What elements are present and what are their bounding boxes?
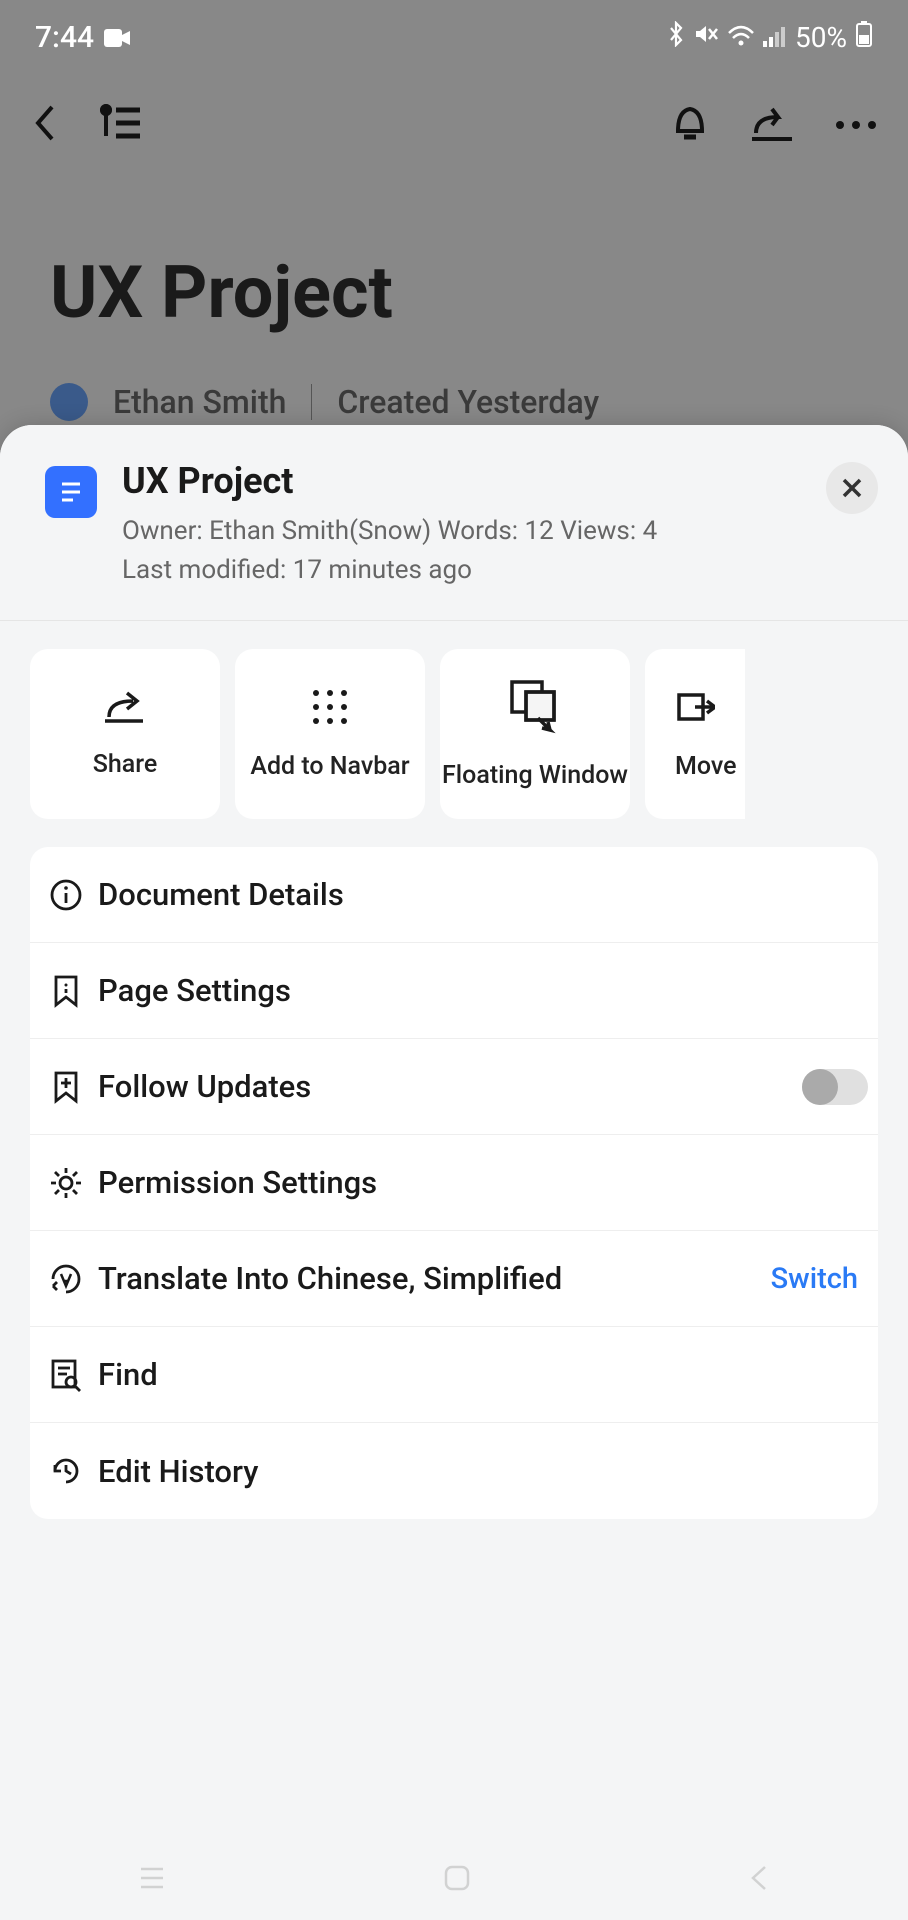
status-time: 7:44 [35,20,94,55]
floating-window-action[interactable]: Floating Window [440,649,630,819]
sheet-meta-1: Owner: Ethan Smith(Snow) Words: 12 Views… [122,512,826,551]
permission-label: Permission Settings [98,1164,868,1201]
edit-history-item[interactable]: Edit History [30,1423,878,1519]
signal-icon [763,21,787,54]
share-label: Share [93,750,158,779]
history-icon [38,1454,94,1488]
android-nav-bar [0,1840,908,1920]
recents-icon[interactable] [137,1863,167,1897]
bluetooth-icon [667,21,685,54]
outline-icon[interactable] [100,104,144,146]
translate-icon [38,1262,94,1296]
document-details-item[interactable]: Document Details [30,847,878,943]
sheet-header: UX Project Owner: Ethan Smith(Snow) Word… [0,425,908,621]
page-settings-label: Page Settings [98,972,868,1009]
translate-label: Translate Into Chinese, Simplified [98,1260,771,1297]
battery-icon [855,20,873,55]
options-sheet: UX Project Owner: Ethan Smith(Snow) Word… [0,425,908,1920]
gear-icon [38,1166,94,1200]
follow-updates-item[interactable]: Follow Updates [30,1039,878,1135]
share-action[interactable]: Share [30,649,220,819]
bookmark-settings-icon [38,973,94,1009]
document-details-label: Document Details [98,876,868,913]
more-icon[interactable] [834,116,878,135]
page-top-bar [0,90,908,160]
bell-icon[interactable] [670,101,710,149]
quick-actions-row[interactable]: Share Add to Navbar Floating Window Move [0,621,908,847]
toggle-knob [802,1069,838,1105]
back-icon[interactable] [30,101,60,149]
permission-settings-item[interactable]: Permission Settings [30,1135,878,1231]
find-icon [38,1357,94,1393]
status-bar: 7:44 50% [0,0,908,75]
record-icon [104,20,130,55]
move-action[interactable]: Move [645,649,745,819]
document-icon [45,466,97,518]
find-item[interactable]: Find [30,1327,878,1423]
follow-updates-label: Follow Updates [98,1068,802,1105]
battery-percent: 50% [795,21,847,54]
switch-link[interactable]: Switch [771,1262,868,1296]
edit-history-label: Edit History [98,1453,868,1490]
close-button[interactable] [826,462,878,514]
mute-vibrate-icon [693,21,719,54]
share-icon[interactable] [750,103,794,147]
created-text: Created Yesterday [337,383,599,421]
add-to-navbar-action[interactable]: Add to Navbar [235,649,425,819]
home-icon[interactable] [441,1862,473,1898]
find-label: Find [98,1356,868,1393]
translate-item[interactable]: Translate Into Chinese, Simplified Switc… [30,1231,878,1327]
menu-list: Document Details Page Settings Follow Up… [30,847,878,1519]
page-title: UX Project [50,250,858,335]
wifi-icon [727,21,755,54]
sheet-doc-title: UX Project [122,460,826,502]
background-document: UX Project Ethan Smith Created Yesterday [50,250,858,421]
page-settings-item[interactable]: Page Settings [30,943,878,1039]
add-navbar-label: Add to Navbar [250,752,409,781]
author-name: Ethan Smith [113,383,286,421]
floating-label: Floating Window [442,761,628,790]
meta-divider [311,384,312,420]
move-label: Move [675,752,737,781]
bookmark-plus-icon [38,1069,94,1105]
author-avatar [50,383,88,421]
sheet-meta-2: Last modified: 17 minutes ago [122,551,826,590]
back-nav-icon[interactable] [747,1863,771,1897]
follow-updates-toggle[interactable] [802,1069,868,1105]
info-icon [38,878,94,912]
